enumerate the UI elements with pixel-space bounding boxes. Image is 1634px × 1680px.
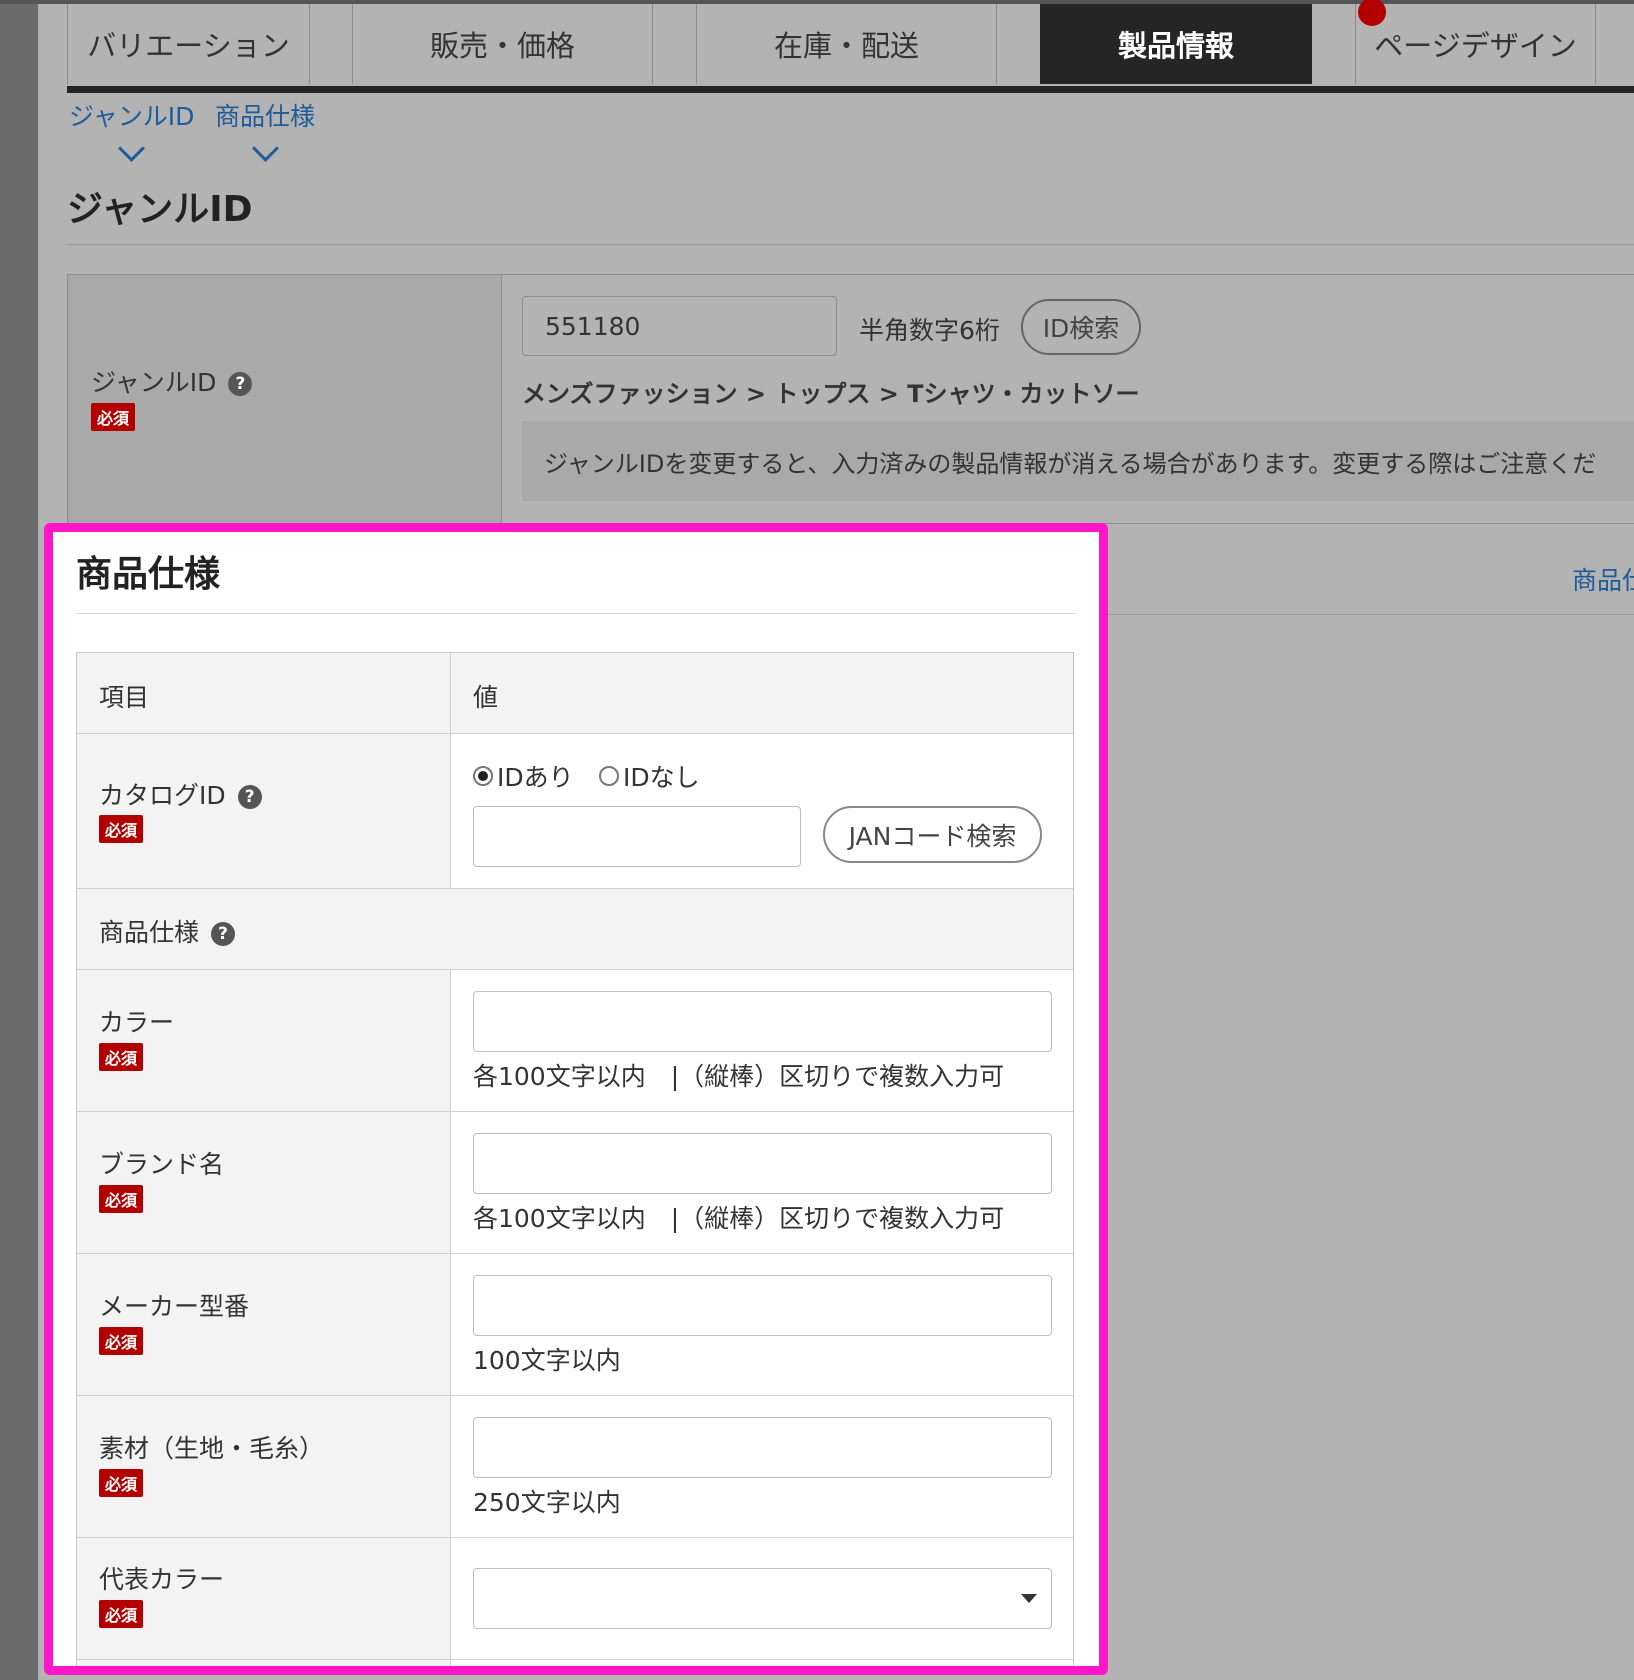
jan-code-search-button[interactable]: JANコード検索 [823,806,1042,863]
main-color-select[interactable] [473,1568,1052,1629]
material-label: 素材（生地・毛糸） [99,1434,325,1463]
genre-id-input[interactable]: 551180 [522,296,837,356]
spec-panel: 商品仕様 項目 値 カタログID? 必須 IDあり IDなし JANコード検索 … [53,532,1099,1666]
radio-checked-icon [473,766,493,786]
tab-page-design[interactable]: ページデザイン [1355,4,1596,84]
genre-id-hint: 半角数字6桁 [859,316,1000,345]
anchor-link-product-spec[interactable]: 商品仕 [1572,561,1634,597]
table-header-row: 項目 値 [77,653,1073,734]
main-color-label: 代表カラー [99,1565,225,1594]
required-badge: 必須 [99,1043,144,1071]
model-number-hint: 100文字以内 [473,1346,621,1375]
table-row-next [77,1660,1073,1666]
table-row-material: 素材（生地・毛糸） 必須 250文字以内 [77,1396,1073,1538]
table-row-model-number: メーカー型番 必須 100文字以内 [77,1254,1073,1396]
material-input[interactable] [473,1417,1052,1478]
radio-id-no[interactable]: IDなし [599,758,700,794]
required-badge: 必須 [99,815,144,843]
model-number-input[interactable] [473,1275,1052,1336]
radio-unchecked-icon [599,766,619,786]
genre-change-note: ジャンルIDを変更すると、入力済みの製品情報が消える場合があります。変更する際は… [522,421,1634,501]
spec-table: 項目 値 カタログID? 必須 IDあり IDなし JANコード検索 商品仕様 … [76,652,1074,1666]
header-item: 項目 [99,683,150,712]
required-badge: 必須 [99,1469,144,1497]
brand-hint: 各100文字以内 |（縦棒）区切りで複数入力可 [473,1204,1005,1233]
divider [1108,614,1634,615]
tab-variation[interactable]: バリエーション [67,4,310,84]
material-hint: 250文字以内 [473,1488,621,1517]
table-row-color: カラー 必須 各100文字以内 |（縦棒）区切りで複数入力可 [77,970,1073,1112]
subsection-row: 商品仕様? [77,889,1073,970]
header-value: 値 [473,683,499,712]
color-input[interactable] [473,991,1052,1052]
chevron-down-icon [118,135,146,162]
help-icon[interactable]: ? [237,785,262,809]
required-badge: 必須 [91,403,136,431]
required-badge: 必須 [99,1327,144,1355]
color-label: カラー [99,1008,175,1037]
caret-down-icon [1021,1594,1037,1603]
help-icon[interactable]: ? [211,922,236,946]
brand-label: ブランド名 [99,1150,225,1179]
tab-stock-shipping[interactable]: 在庫・配送 [696,4,997,84]
highlight-frame: 商品仕様 項目 値 カタログID? 必須 IDあり IDなし JANコード検索 … [44,523,1108,1675]
table-row-catalog-id: カタログID? 必須 IDあり IDなし JANコード検索 [77,734,1073,889]
genre-label-cell: ジャンルID? 必須 [68,275,502,523]
help-icon[interactable]: ? [228,372,253,396]
genre-section-title: ジャンルID [67,189,253,230]
tab-product-info[interactable]: 製品情報 [1040,4,1312,84]
left-gutter [0,0,38,1680]
tab-bar: バリエーション 販売・価格 在庫・配送 製品情報 ページデザイン [67,0,1634,86]
anchor-genre-id[interactable]: ジャンルID [69,97,194,162]
id-search-button[interactable]: ID検索 [1021,299,1141,355]
chevron-down-icon [251,135,279,162]
model-number-label: メーカー型番 [99,1292,250,1321]
spec-section-title: 商品仕様 [76,554,221,595]
table-row-main-color: 代表カラー 必須 [77,1538,1073,1660]
table-row-brand: ブランド名 必須 各100文字以内 |（縦棒）区切りで複数入力可 [77,1112,1073,1254]
tab-underline [67,86,1634,93]
divider [67,244,1634,245]
genre-path: メンズファッション > トップス > Tシャツ・カットソー [522,380,1140,408]
genre-label: ジャンルID? [91,363,253,399]
tab-sales-price[interactable]: 販売・価格 [352,4,653,84]
anchor-product-spec[interactable]: 商品仕様 [215,97,315,162]
required-badge: 必須 [99,1185,144,1213]
divider [76,613,1076,614]
catalog-id-input[interactable] [473,806,801,867]
catalog-id-label: カタログID? [99,776,262,812]
brand-input[interactable] [473,1133,1052,1194]
radio-id-yes[interactable]: IDあり [473,758,574,794]
subsection-label: 商品仕様? [99,913,236,949]
required-badge: 必須 [99,1600,144,1628]
color-hint: 各100文字以内 |（縦棒）区切りで複数入力可 [473,1062,1005,1091]
